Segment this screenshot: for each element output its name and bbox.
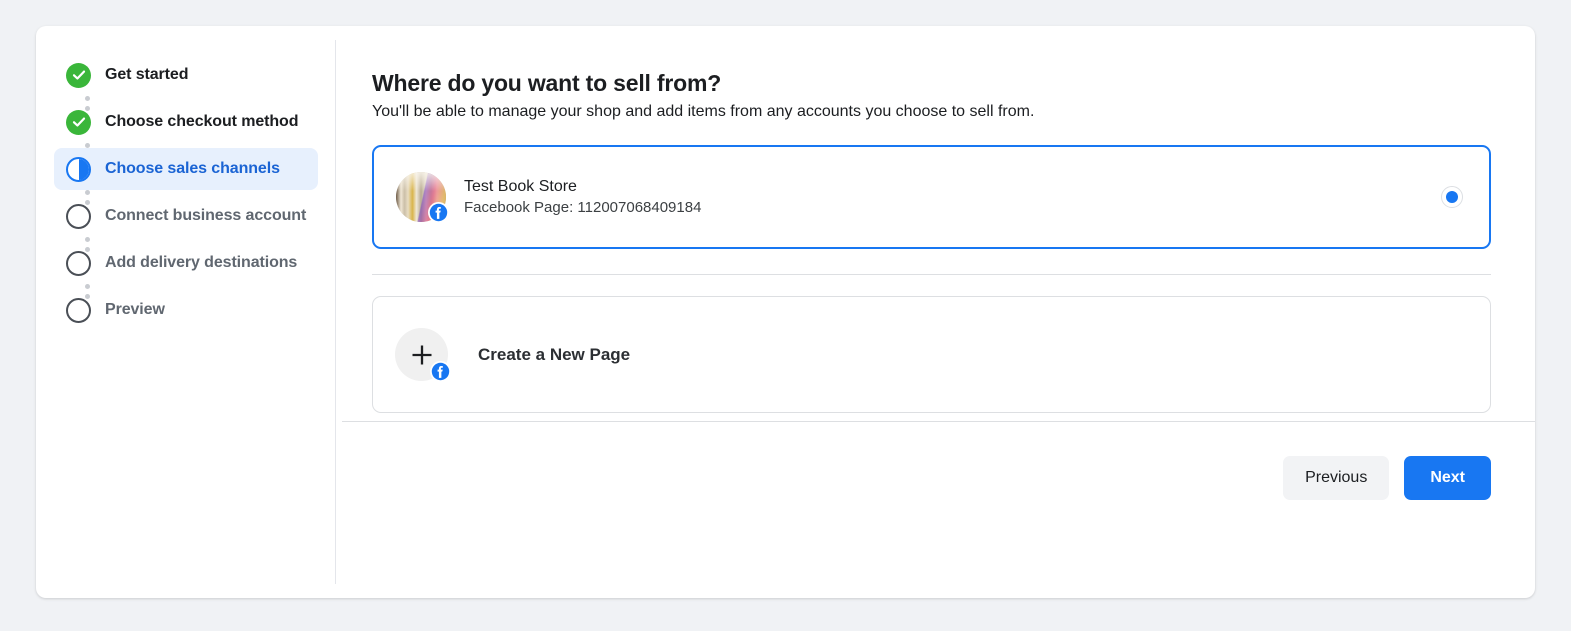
content-panel: Where do you want to sell from? You'll b…: [336, 26, 1535, 598]
content-divider-top: [372, 274, 1491, 275]
account-page-id: Facebook Page: 112007068409184: [464, 199, 702, 216]
next-button[interactable]: Next: [1404, 456, 1491, 500]
create-new-page-card[interactable]: Create a New Page: [372, 296, 1491, 413]
sidebar-step-label: Choose sales channels: [105, 160, 280, 177]
sidebar-step-choose-sales-channels[interactable]: Choose sales channels: [54, 148, 318, 205]
sidebar-step-connect-business-account[interactable]: Connect business account: [54, 195, 318, 252]
radio-selected-dot: [1446, 191, 1458, 203]
book-store-avatar: [396, 172, 449, 223]
check-circle-icon: [66, 62, 91, 88]
page-subtitle: You'll be able to manage your shop and a…: [372, 103, 1035, 120]
sidebar-step-label: Choose checkout method: [105, 113, 299, 130]
page-title: Where do you want to sell from?: [372, 70, 722, 96]
account-option-card[interactable]: Test Book Store Facebook Page: 112007068…: [372, 145, 1491, 249]
facebook-icon: [428, 202, 449, 223]
stepper-sidebar: Get started Choose checkout method Choos…: [36, 26, 336, 598]
sidebar-step-label: Connect business account: [105, 207, 307, 224]
sidebar-step-label: Preview: [105, 301, 165, 318]
content-divider-bottom: [342, 421, 1535, 422]
facebook-icon: [430, 361, 451, 382]
account-name: Test Book Store: [464, 178, 577, 195]
create-page-avatar: [395, 328, 451, 382]
sidebar-step-preview[interactable]: Preview: [54, 289, 318, 331]
wizard-page: Get started Choose checkout method Choos…: [0, 0, 1571, 631]
sidebar-step-add-delivery-destinations[interactable]: Add delivery destinations: [54, 242, 318, 299]
avatar-photo-highlight: [396, 172, 446, 191]
sidebar-step-get-started[interactable]: Get started: [54, 54, 318, 111]
check-circle-icon: [66, 109, 91, 135]
footer-actions: Previous Next: [1283, 456, 1491, 500]
half-filled-circle-icon: [66, 156, 91, 182]
empty-circle-icon: [66, 297, 91, 323]
sidebar-step-choose-checkout-method[interactable]: Choose checkout method: [54, 101, 318, 158]
sidebar-step-label: Get started: [105, 66, 189, 83]
empty-circle-icon: [66, 250, 91, 276]
sidebar-step-label: Add delivery destinations: [105, 254, 298, 271]
account-details: Test Book Store Facebook Page: 112007068…: [464, 178, 701, 216]
account-radio-button[interactable]: [1441, 186, 1463, 208]
wizard-card: Get started Choose checkout method Choos…: [36, 26, 1535, 598]
create-new-page-label: Create a New Page: [478, 344, 631, 364]
empty-circle-icon: [66, 203, 91, 229]
previous-button[interactable]: Previous: [1283, 456, 1390, 500]
